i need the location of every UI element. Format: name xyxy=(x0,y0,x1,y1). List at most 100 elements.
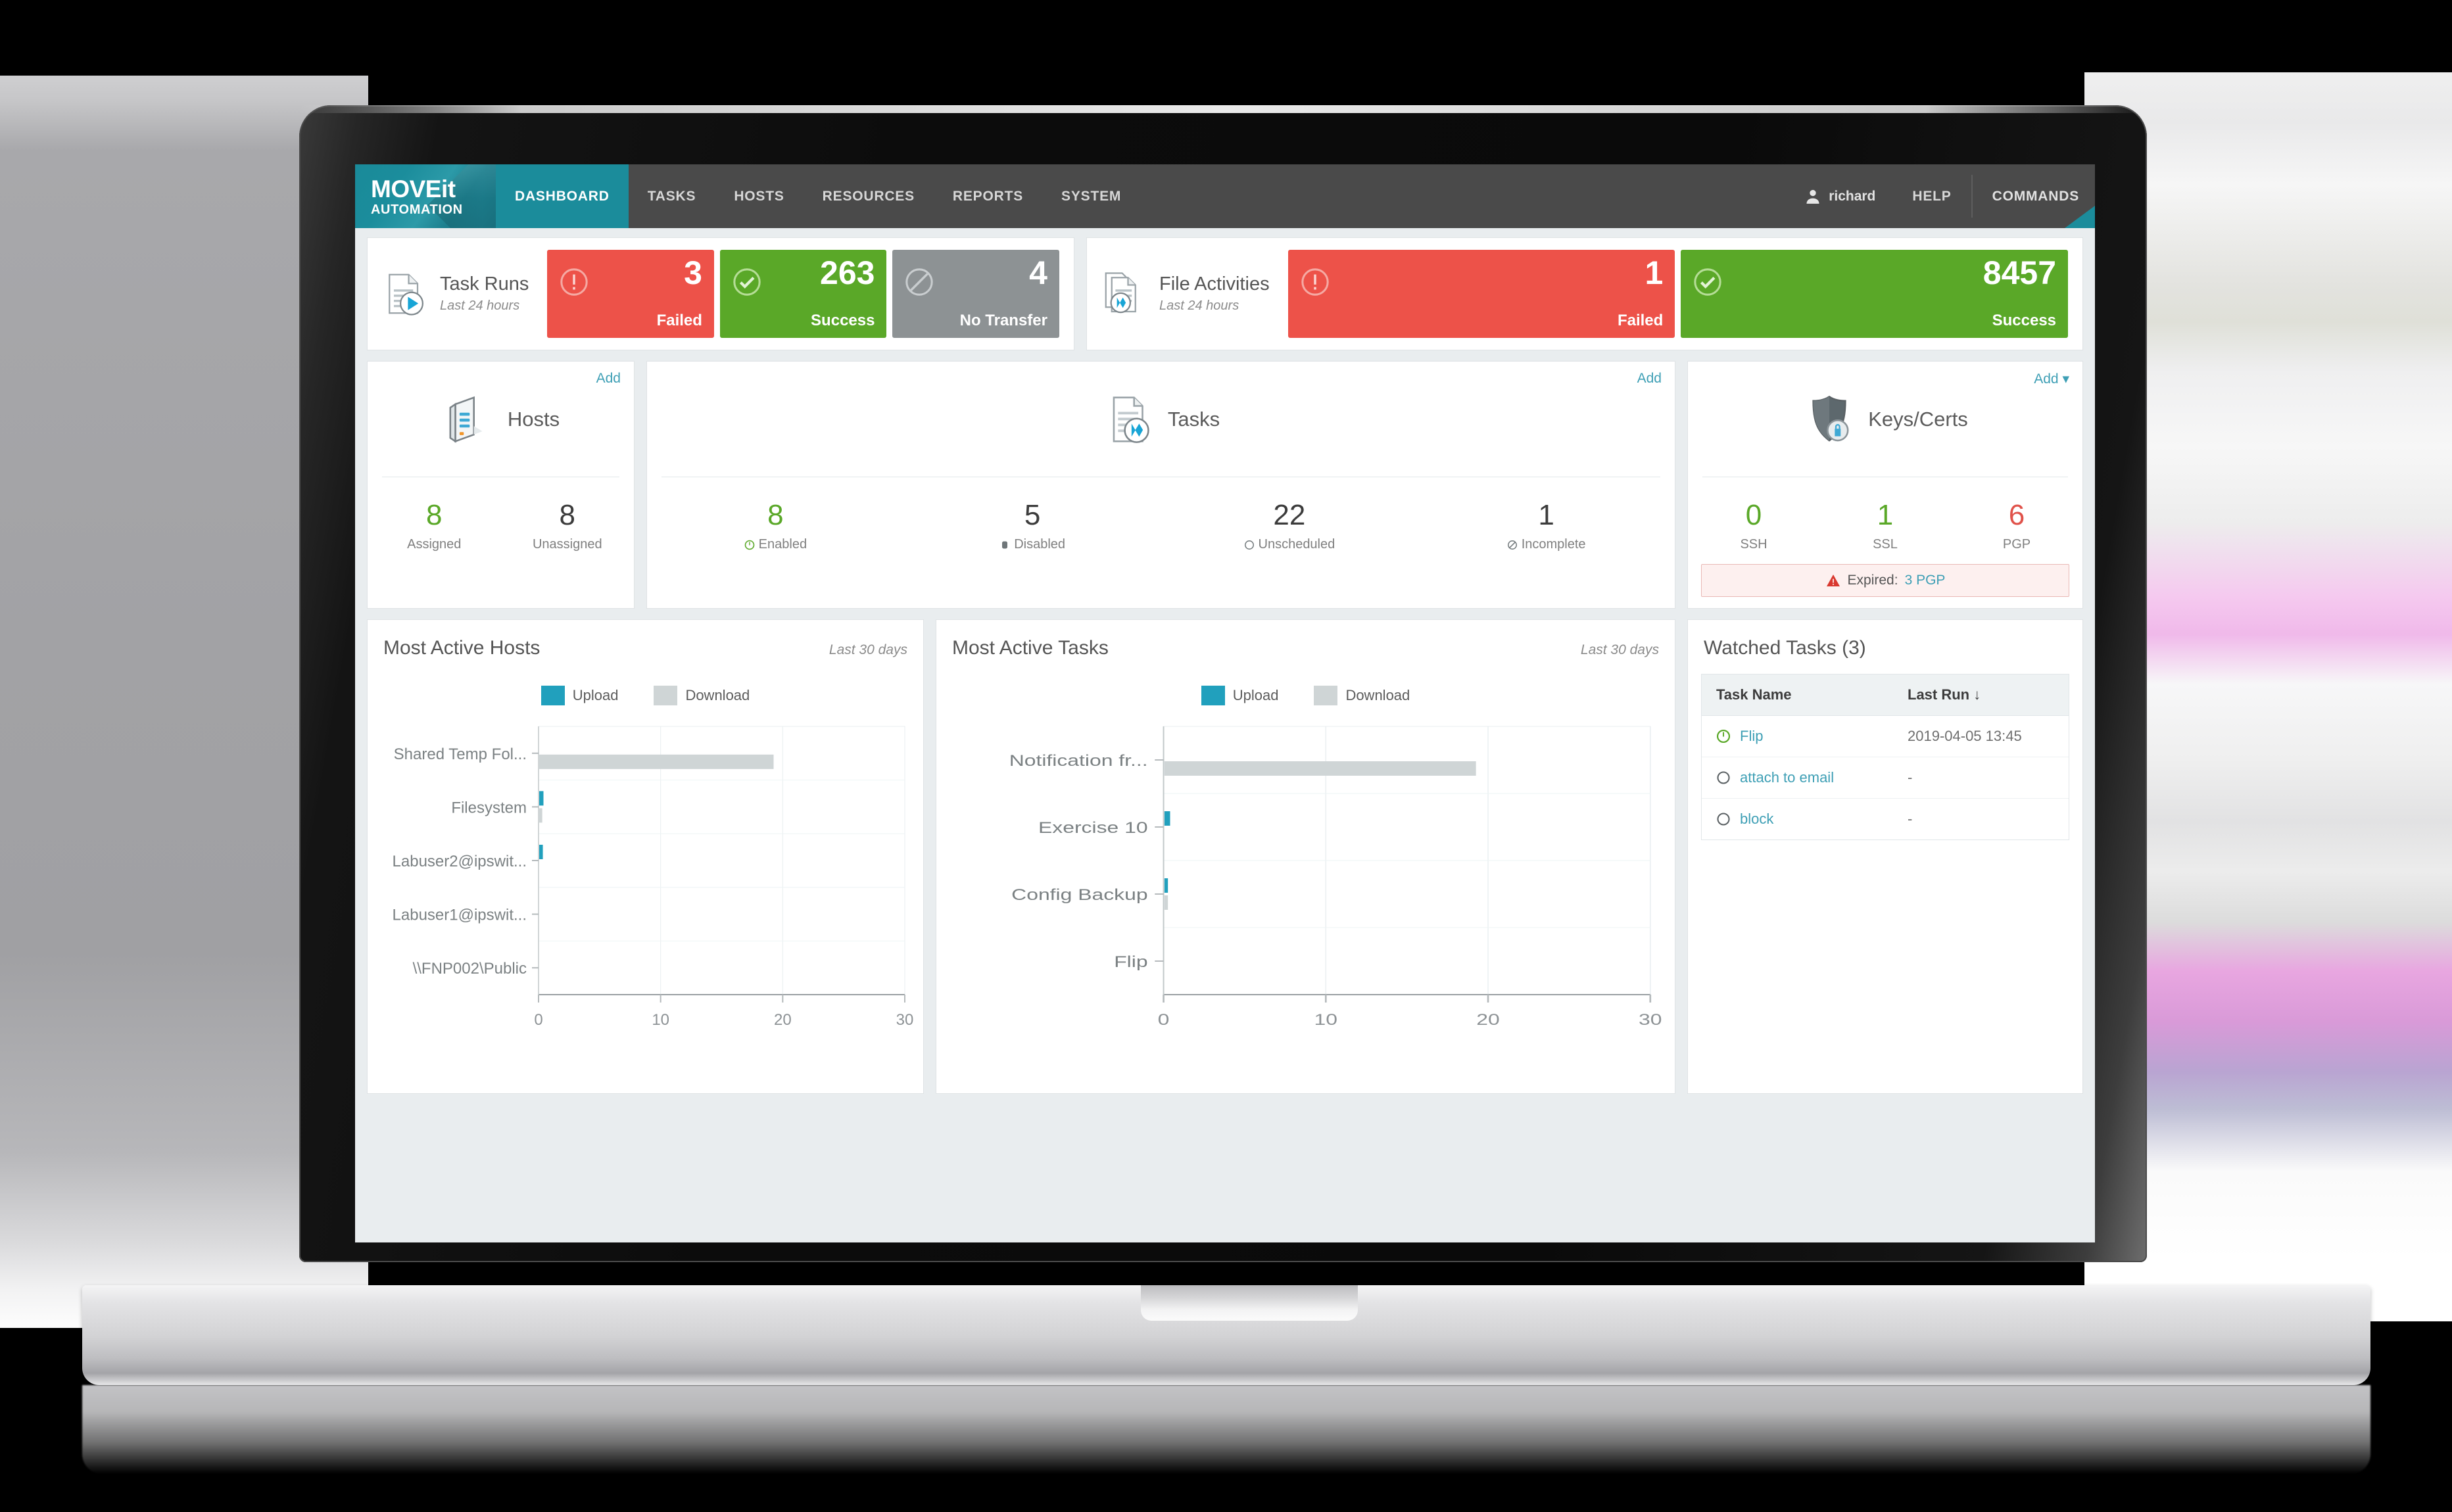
watched-task-name-cell: Flip xyxy=(1702,728,1908,745)
svg-text:Labuser1@ipswit...: Labuser1@ipswit... xyxy=(393,907,527,924)
task-runs-failed-tile[interactable]: 3 Failed xyxy=(547,250,714,338)
tasks-chart-plot: Notification fr... Exercise 10 Config Back… xyxy=(936,722,1675,1038)
warning-triangle-icon xyxy=(1826,575,1840,586)
task-runs-card: Task Runs Last 24 hours 3 Failed 263 Suc… xyxy=(367,237,1074,350)
nav-item-tasks[interactable]: TASKS xyxy=(629,164,715,228)
task-runs-success-tile[interactable]: 263 Success xyxy=(719,250,887,338)
unscheduled-circle-icon xyxy=(1717,771,1730,784)
tasks-enabled-label-text: Enabled xyxy=(758,537,807,552)
keys-expired-prefix: Expired: xyxy=(1847,573,1898,588)
file-activities-success-label: Success xyxy=(1992,312,2057,329)
watched-task-last-run: - xyxy=(1908,769,1913,786)
hosts-assigned-value: 8 xyxy=(426,499,443,531)
enabled-circle-icon xyxy=(744,540,754,550)
tasks-chart-header: Most Active Tasks Last 30 days xyxy=(936,620,1675,659)
tasks-chart-legend: Upload Download xyxy=(936,686,1675,705)
task-runs-no-transfer-tile[interactable]: 4 No Transfer xyxy=(892,250,1059,338)
tasks-incomplete-label-text: Incomplete xyxy=(1521,537,1586,552)
user-menu[interactable]: richard xyxy=(1787,164,1892,228)
keys-ssl-label: SSL xyxy=(1873,537,1898,552)
activity-summary-row: Task Runs Last 24 hours 3 Failed 263 Suc… xyxy=(367,237,2083,350)
tasks-card-header: Tasks xyxy=(647,362,1675,477)
tasks-unscheduled-label-text: Unscheduled xyxy=(1258,537,1335,552)
hosts-card: Add Hosts 8 Assigned 8 Unassigned xyxy=(367,361,635,609)
watched-task-link[interactable]: attach to email xyxy=(1740,769,1834,786)
tasks-stats: 8 Enabled 5 Disabled 22 Unscheduled 1 In… xyxy=(647,477,1675,552)
tasks-stat-incomplete[interactable]: 1 Incomplete xyxy=(1418,501,1675,552)
laptop-mockup: MOVEit AUTOMATION DASHBOARD TASKS HOSTS … xyxy=(0,0,2452,1512)
hosts-legend-upload-label: Upload xyxy=(572,687,619,703)
nav-item-help[interactable]: HELP xyxy=(1892,164,1971,228)
tasks-add-link[interactable]: Add xyxy=(1637,371,1662,387)
brand-line-secondary: AUTOMATION xyxy=(371,202,463,217)
keys-ssh-value: 0 xyxy=(1745,499,1762,531)
nav-item-system[interactable]: SYSTEM xyxy=(1042,164,1140,228)
hosts-stat-unassigned[interactable]: 8 Unassigned xyxy=(501,501,635,552)
nav-item-resources[interactable]: RESOURCES xyxy=(804,164,934,228)
tasks-card-title: Tasks xyxy=(1167,407,1220,431)
file-activities-subtitle: Last 24 hours xyxy=(1159,298,1239,314)
column-header-last-run[interactable]: Last Run ↓ xyxy=(1908,686,2069,703)
tasks-incomplete-value: 1 xyxy=(1538,499,1554,531)
tasks-bar-chart-svg: Notification fr... Exercise 10 Config Back… xyxy=(1009,726,1662,1028)
svg-text:0: 0 xyxy=(1158,1010,1170,1028)
tasks-stat-enabled[interactable]: 8 Enabled xyxy=(647,501,904,552)
watched-task-link[interactable]: Flip xyxy=(1740,728,1763,745)
watched-tasks-panel: Watched Tasks (3) Task Name Last Run ↓ F… xyxy=(1687,619,2083,1094)
tasks-stat-unscheduled[interactable]: 22 Unscheduled xyxy=(1161,501,1418,552)
hosts-unassigned-value: 8 xyxy=(559,499,575,531)
tasks-unscheduled-value: 22 xyxy=(1273,499,1306,531)
file-activities-card: File Activities Last 24 hours 1 Failed 8… xyxy=(1086,237,2083,350)
column-header-task-name[interactable]: Task Name xyxy=(1702,686,1908,703)
file-activities-success-value: 8457 xyxy=(1983,254,2057,291)
file-activities-success-tile[interactable]: 8457 Success xyxy=(1681,250,2069,338)
exclamation-circle-icon xyxy=(560,268,589,296)
tasks-incomplete-label: Incomplete xyxy=(1418,537,1675,552)
nav-item-hosts[interactable]: HOSTS xyxy=(715,164,803,228)
nav-item-reports[interactable]: REPORTS xyxy=(934,164,1042,228)
keys-certs-card: Add ▾ Keys/Certs 0 SSH 1 SSL 6 PGP Expir… xyxy=(1687,361,2083,609)
hosts-bar-chart-svg: Shared Temp Fol... Filesystem Labuser2@ips… xyxy=(393,726,913,1029)
upload-swatch-icon xyxy=(541,686,565,705)
file-activities-icon xyxy=(1105,272,1136,314)
watched-task-last-run: 2019-04-05 13:45 xyxy=(1908,728,2022,744)
tasks-unscheduled-label: Unscheduled xyxy=(1161,537,1418,552)
task-runs-failed-value: 3 xyxy=(684,254,702,291)
keys-stat-pgp[interactable]: 6 PGP xyxy=(1951,501,2082,552)
nav-item-dashboard[interactable]: DASHBOARD xyxy=(496,164,629,228)
hosts-add-link[interactable]: Add xyxy=(596,371,621,387)
watched-task-name-cell: block xyxy=(1702,811,1908,828)
user-icon xyxy=(1806,189,1819,204)
tasks-chart-title: Most Active Tasks xyxy=(952,637,1109,659)
tasks-legend-download-label: Download xyxy=(1345,687,1410,703)
watched-task-last-run: - xyxy=(1908,811,1913,827)
hosts-unassigned-label: Unassigned xyxy=(532,537,602,552)
hosts-card-title: Hosts xyxy=(507,407,560,431)
table-row[interactable]: attach to email - xyxy=(1702,757,2069,799)
task-document-icon xyxy=(1113,396,1149,443)
keys-add-link[interactable]: Add ▾ xyxy=(2034,371,2069,387)
keys-expired-value[interactable]: 3 PGP xyxy=(1905,573,1946,588)
keys-stat-ssl[interactable]: 1 SSL xyxy=(1819,501,1951,552)
hosts-legend-upload: Upload xyxy=(541,686,619,705)
nav-item-commands[interactable]: COMMANDS xyxy=(1972,164,2095,228)
brand-logo[interactable]: MOVEit AUTOMATION xyxy=(355,164,496,228)
table-row[interactable]: block - xyxy=(1702,799,2069,839)
keys-pgp-value: 6 xyxy=(2008,499,2025,531)
hosts-chart-title: Most Active Hosts xyxy=(383,637,541,659)
hosts-stat-assigned[interactable]: 8 Assigned xyxy=(368,501,501,552)
svg-text:Flip: Flip xyxy=(1114,953,1147,970)
keys-expired-alert[interactable]: Expired: 3 PGP xyxy=(1701,564,2069,597)
file-activities-failed-tile[interactable]: 1 Failed xyxy=(1287,250,1675,338)
table-row[interactable]: Flip 2019-04-05 13:45 xyxy=(1702,716,2069,757)
tasks-enabled-value: 8 xyxy=(767,499,784,531)
svg-text:Notification fr...: Notification fr... xyxy=(1009,751,1148,769)
task-runs-success-label: Success xyxy=(811,312,875,329)
keys-stat-ssh[interactable]: 0 SSH xyxy=(1688,501,1819,552)
tasks-card: Add Tasks 8 Enabled 5 Disabled 22 Unsche… xyxy=(646,361,1675,609)
watched-task-link[interactable]: block xyxy=(1740,811,1773,828)
tasks-stat-disabled[interactable]: 5 Disabled xyxy=(904,501,1161,552)
hosts-legend-download: Download xyxy=(654,686,750,705)
svg-text:30: 30 xyxy=(1639,1010,1662,1028)
